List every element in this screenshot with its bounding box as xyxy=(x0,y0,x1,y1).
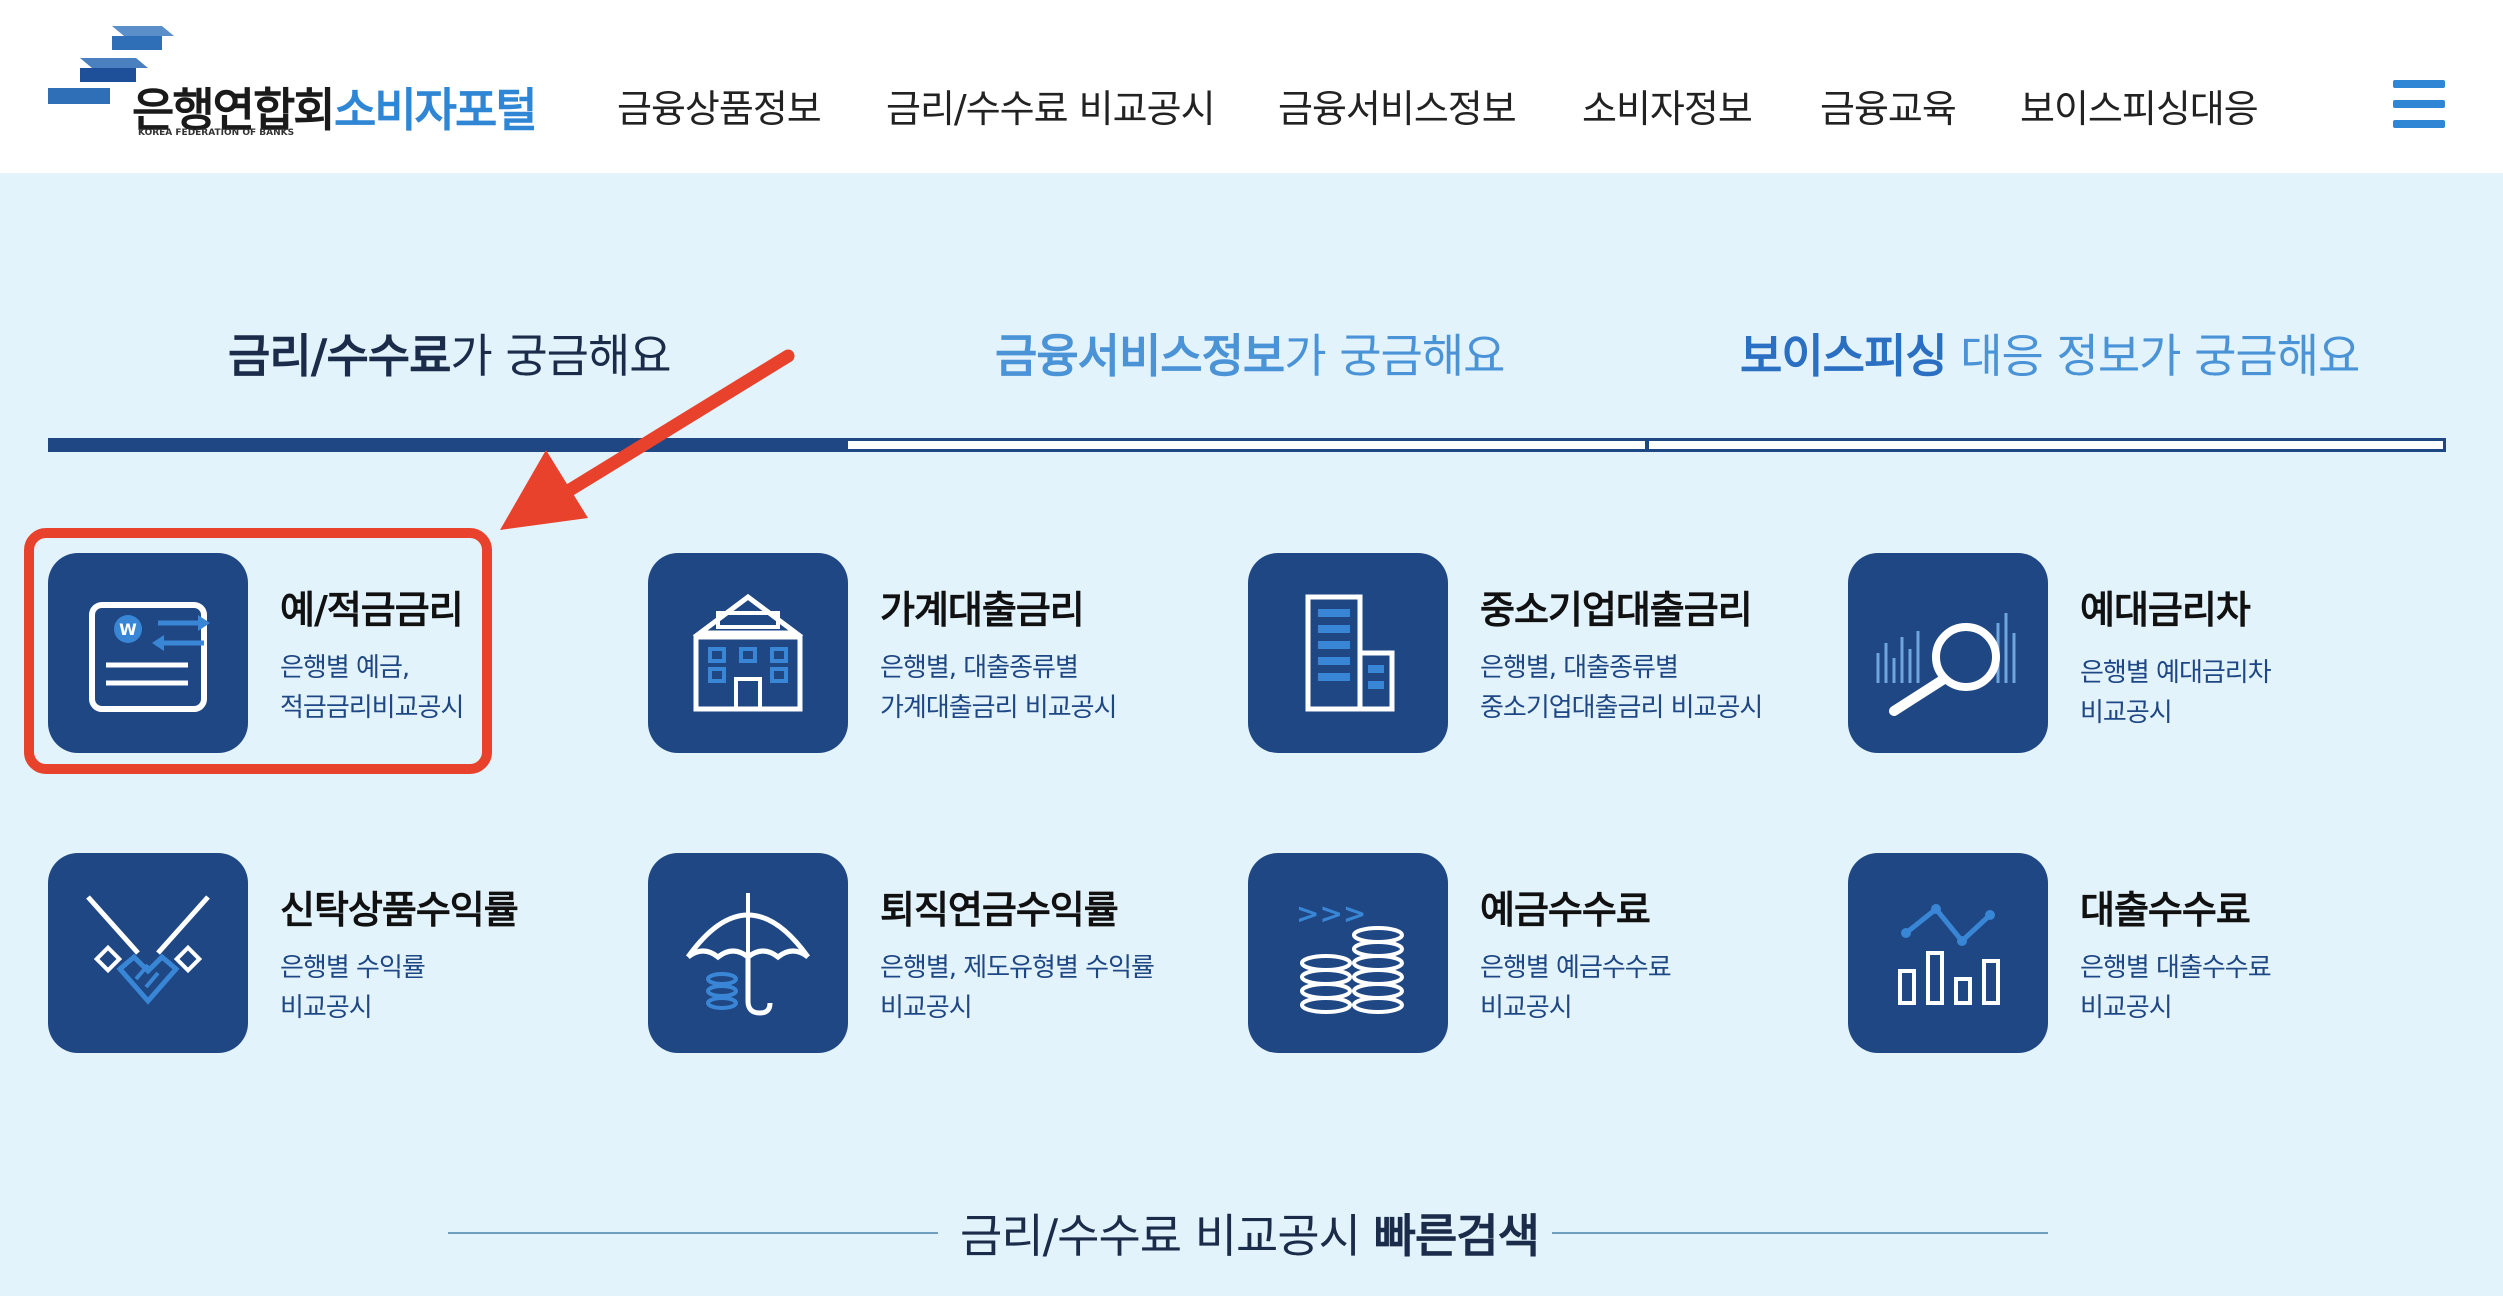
card-desc-line: 은행별, 대출종류별 xyxy=(1480,653,1679,683)
card-desc-line: 은행별 예대금리차 xyxy=(2080,658,2272,688)
card-desc-line: 중소기업대출금리 비교공시 xyxy=(1480,693,1763,723)
tab-indicator xyxy=(1646,438,2446,452)
tab-label-strong: 금리/수수료 xyxy=(228,329,451,383)
card-desc-line: 비교공시 xyxy=(280,993,373,1023)
svg-text:>>>: >>> xyxy=(1296,897,1366,930)
tab-indicator xyxy=(848,438,1648,452)
card-icon-box xyxy=(1248,553,1448,753)
divider-line xyxy=(1552,1232,2048,1234)
tab-label-rest: 대응 정보가 궁금해요 xyxy=(1946,329,2360,383)
card-title: 퇴직연금수익률 xyxy=(880,888,1119,932)
card-loan-deposit-spread[interactable]: 예대금리차 은행별 예대금리차 비교공시 xyxy=(1848,553,2408,753)
card-description: 은행별 예금수수료 비교공시 xyxy=(1480,948,1672,1028)
card-title: 대출수수료 xyxy=(2080,888,2251,932)
quick-search-strong: 빠른검색 xyxy=(1373,1209,1540,1263)
building-icon xyxy=(1305,594,1395,712)
tab-financial-services[interactable]: 금융서비스정보가 궁금해요 xyxy=(995,320,1505,400)
card-desc-line: 은행별, 대출종류별 xyxy=(880,653,1079,683)
tab-label-strong: 보이스피싱 xyxy=(1740,329,1948,383)
card-sme-loan-rate[interactable]: 중소기업대출금리 은행별, 대출종류별 중소기업대출금리 비교공시 xyxy=(1248,553,1808,753)
magnifier-chart-icon xyxy=(1876,613,2016,716)
nav-item-consumer-info[interactable]: 소비자정보 xyxy=(1582,78,1753,133)
card-loan-fee[interactable]: 대출수수료 은행별 대출수수료 비교공시 xyxy=(1848,853,2408,1053)
card-icon-box xyxy=(648,553,848,753)
card-trust-product-yield[interactable]: 신탁상품수익률 은행별 수익률 비교공시 xyxy=(48,853,608,1053)
card-pension-yield[interactable]: 퇴직연금수익률 은행별, 제도유형별 수익률 비교공시 xyxy=(648,853,1208,1053)
card-icon-box xyxy=(648,853,848,1053)
card-title: 가계대출금리 xyxy=(880,588,1085,632)
card-desc-line: 은행별 대출수수료 xyxy=(2080,953,2272,983)
tab-indicator-active xyxy=(48,438,848,452)
quick-search-prefix: 금리/수수료 비교공시 xyxy=(960,1209,1374,1263)
nav-item-financial-education[interactable]: 금융교육 xyxy=(1820,78,1957,133)
card-desc-line: 은행별, 제도유형별 수익률 xyxy=(880,953,1155,983)
tab-label-strong: 금융서비스정보 xyxy=(995,329,1285,383)
hamburger-menu-icon[interactable] xyxy=(2393,80,2445,130)
handshake-icon xyxy=(86,895,210,1005)
card-desc-line: 가계대출금리 비교공시 xyxy=(880,693,1117,723)
site-header: 은행연합회 KOREA FEDERATION OF BANKS 소비자포털 금융… xyxy=(0,0,2503,173)
nav-item-financial-products[interactable]: 금융상품정보 xyxy=(617,78,822,133)
card-household-loan-rate[interactable]: 가계대출금리 은행별, 대출종류별 가계대출금리 비교공시 xyxy=(648,553,1208,753)
card-icon-box: >>> xyxy=(1248,853,1448,1053)
card-description: 은행별, 대출종류별 가계대출금리 비교공시 xyxy=(880,648,1117,728)
card-icon-box xyxy=(48,853,248,1053)
umbrella-icon xyxy=(685,893,811,1016)
quick-search-title: 금리/수수료 비교공시 빠른검색 xyxy=(960,1200,1540,1266)
tab-voice-phishing[interactable]: 보이스피싱 대응 정보가 궁금해요 xyxy=(1740,320,2360,400)
house-icon xyxy=(692,593,804,712)
tab-label-rest: 가 궁금해요 xyxy=(450,329,671,383)
card-deposit-fee[interactable]: >>> 예금수수료 은행별 예금수수료 비교공시 xyxy=(1248,853,1808,1053)
card-title: 신탁상품수익률 xyxy=(280,888,519,932)
card-description: 은행별, 제도유형별 수익률 비교공시 xyxy=(880,948,1155,1028)
card-desc-line: 은행별 예금수수료 xyxy=(1480,953,1672,983)
nav-item-rate-fee-comparison[interactable]: 금리/수수료 비교공시 xyxy=(886,78,1216,133)
divider-line xyxy=(448,1232,938,1234)
tab-label-rest: 가 궁금해요 xyxy=(1284,329,1505,383)
coin-stack-icon: >>> xyxy=(1296,897,1404,1014)
card-description: 은행별 대출수수료 비교공시 xyxy=(2080,948,2272,1028)
nav-item-financial-services[interactable]: 금융서비스정보 xyxy=(1278,78,1517,133)
card-description: 은행별, 대출종류별 중소기업대출금리 비교공시 xyxy=(1480,648,1763,728)
card-title: 예금수수료 xyxy=(1480,888,1651,932)
nav-item-voice-phishing[interactable]: 보이스피싱대응 xyxy=(2020,78,2259,133)
card-icon-box xyxy=(1848,553,2048,753)
card-desc-line: 비교공시 xyxy=(1480,993,1573,1023)
card-title: 예대금리차 xyxy=(2080,588,2251,632)
card-desc-line: 비교공시 xyxy=(2080,993,2173,1023)
tab-rate-fee[interactable]: 금리/수수료가 궁금해요 xyxy=(228,320,672,400)
highlight-box xyxy=(24,528,492,774)
card-icon-box xyxy=(1848,853,2048,1053)
card-description: 은행별 수익률 비교공시 xyxy=(280,948,426,1028)
card-desc-line: 비교공시 xyxy=(2080,698,2173,728)
card-title: 중소기업대출금리 xyxy=(1480,588,1753,632)
card-description: 은행별 예대금리차 비교공시 xyxy=(2080,653,2272,733)
main-nav: 금융상품정보 금리/수수료 비교공시 금융서비스정보 소비자정보 금융교육 보이… xyxy=(0,0,2503,173)
bar-line-chart-icon xyxy=(1898,904,2000,1005)
card-desc-line: 비교공시 xyxy=(880,993,973,1023)
card-desc-line: 은행별 수익률 xyxy=(280,953,426,983)
